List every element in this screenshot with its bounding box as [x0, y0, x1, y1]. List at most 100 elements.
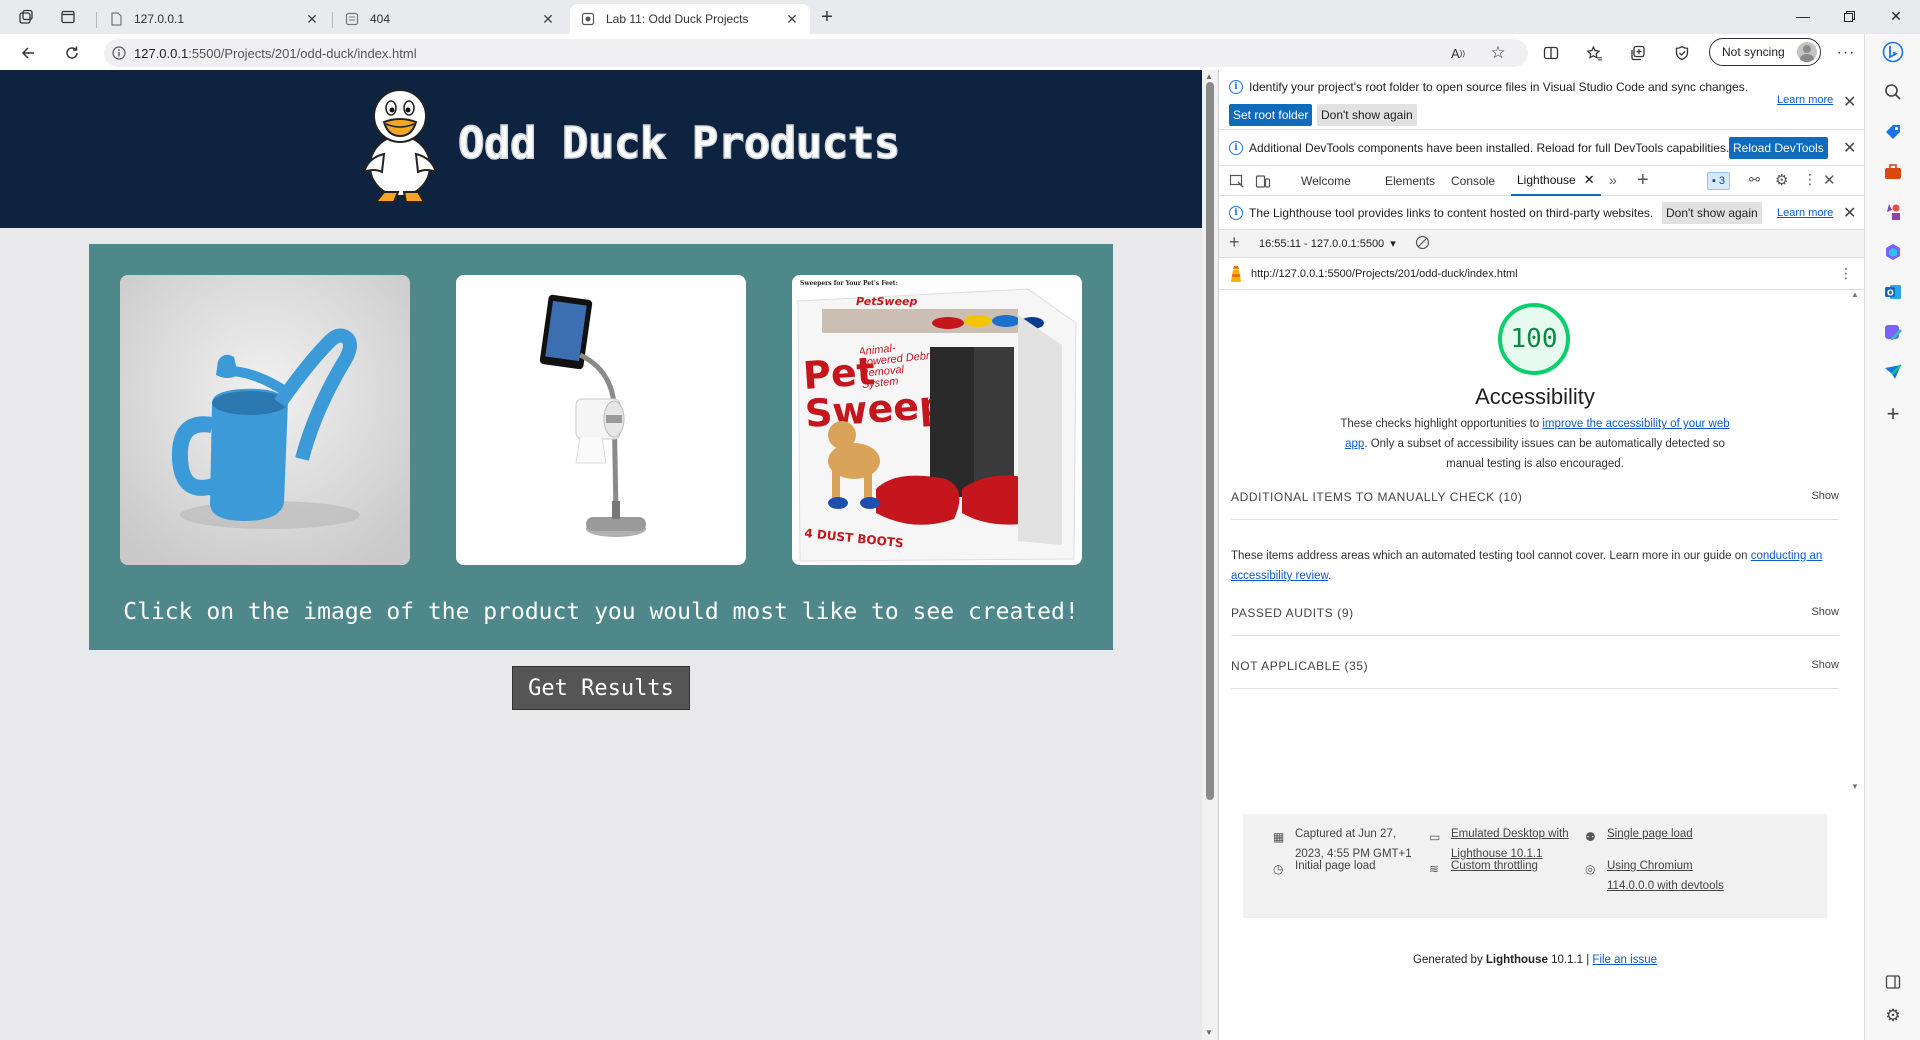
add-sidebar-app-icon[interactable]: + [1881, 401, 1905, 426]
tab-404[interactable]: 404 ✕ [334, 4, 566, 34]
settings-gear-icon[interactable]: ⚙ [1775, 171, 1788, 189]
scroll-up-icon[interactable]: ▲ [1205, 72, 1213, 81]
search-icon[interactable] [1881, 80, 1905, 104]
tab-strip: 127.0.0.1 ✕ 404 ✕ Lab 11: Odd Duck Proje… [0, 0, 1920, 34]
custom-throttling[interactable]: ≋ Custom throttling [1429, 856, 1538, 876]
info-icon: i [1229, 80, 1243, 94]
refresh-icon[interactable] [58, 40, 86, 66]
dont-show-again-button[interactable]: Don't show again [1662, 202, 1762, 224]
address-bar[interactable]: 127.0.0.1:5500/Projects/201/odd-duck/ind… [104, 39, 1528, 67]
microsoft-365-icon[interactable] [1881, 240, 1905, 264]
report-menu-icon[interactable]: ⋮ [1839, 265, 1853, 282]
show-toggle[interactable]: Show [1811, 490, 1839, 502]
group-passed-audits[interactable]: PASSED AUDITS (9) Show [1231, 590, 1839, 636]
split-screen-icon[interactable] [1537, 40, 1565, 66]
collections-icon[interactable] [1624, 40, 1652, 66]
close-window-icon[interactable]: ✕ [1876, 4, 1916, 28]
reload-devtools-button[interactable]: Reload DevTools [1729, 137, 1828, 159]
profile-sync-button[interactable]: Not syncing [1709, 38, 1821, 66]
page-scroll-thumb[interactable] [1206, 82, 1214, 800]
outlook-icon[interactable]: O [1881, 280, 1905, 304]
close-tab-icon[interactable]: ✕ [784, 11, 800, 27]
report-selector[interactable]: 16:55:11 - 127.0.0.1:5500 ▾ [1259, 237, 1396, 250]
emulated-line1: Emulated Desktop with [1451, 828, 1569, 840]
close-devtools-icon[interactable]: ✕ [1823, 171, 1836, 189]
new-report-icon[interactable]: + [1229, 232, 1240, 253]
more-menu-icon[interactable]: ··· [1832, 40, 1860, 66]
show-toggle[interactable]: Show [1811, 606, 1839, 618]
workspaces-icon[interactable] [14, 5, 38, 29]
vscode-sync-infobar: i Identify your project's root folder to… [1219, 70, 1865, 130]
sidebar-settings-icon[interactable]: ⚙ [1881, 1004, 1905, 1028]
product-image-watering-can[interactable] [120, 275, 410, 565]
report-scrollbar[interactable]: ▲ ▼ [1849, 290, 1863, 1040]
favorites-icon[interactable] [1580, 40, 1608, 66]
site-info-icon[interactable] [104, 46, 134, 60]
avatar [1797, 42, 1817, 62]
close-tab-icon[interactable]: ✕ [540, 11, 556, 27]
more-tabs-icon[interactable]: » [1609, 172, 1617, 188]
tab-welcome[interactable]: Welcome [1301, 166, 1351, 196]
copilot-icon[interactable] [1881, 40, 1905, 64]
tab-elements[interactable]: Elements [1385, 166, 1435, 196]
product-image-pet-sweep[interactable]: Sweepers for Your Pet's Feet: PetSweep P… [792, 275, 1082, 565]
tab-console[interactable]: Console [1451, 166, 1495, 196]
minimize-icon[interactable]: — [1783, 4, 1823, 28]
close-infobar-icon[interactable]: ✕ [1843, 138, 1856, 158]
new-tab-icon[interactable]: + [815, 5, 839, 29]
single-page-load[interactable]: ⚉ Single page load [1585, 824, 1693, 844]
using-chromium[interactable]: ◎ Using Chromium 114.0.0.0 with devtools [1585, 856, 1724, 896]
users-icon: ⚉ [1585, 830, 1596, 844]
scroll-up-icon[interactable]: ▲ [1851, 290, 1859, 299]
connected-devices-icon[interactable]: ⚯ [1749, 172, 1760, 188]
issues-badge[interactable]: ▪ 3 [1707, 172, 1731, 190]
close-tab-icon[interactable]: ✕ [1584, 172, 1595, 188]
group-manual-check[interactable]: ADDITIONAL ITEMS TO MANUALLY CHECK (10) … [1231, 474, 1839, 520]
customize-menu-icon[interactable]: ⋮ [1803, 171, 1817, 188]
favorite-star-icon[interactable]: ☆ [1484, 40, 1512, 66]
group-not-applicable[interactable]: NOT APPLICABLE (35) Show [1231, 643, 1839, 689]
tab-lighthouse[interactable]: Lighthouse ✕ [1511, 166, 1601, 196]
restore-icon[interactable] [1829, 4, 1869, 28]
issues-icon: ▪ [1712, 175, 1716, 187]
lighthouse-report: 100 Accessibility These checks highlight… [1219, 290, 1865, 1040]
get-results-button[interactable]: Get Results [512, 666, 690, 710]
show-toggle[interactable]: Show [1811, 659, 1839, 671]
group-title: PASSED AUDITS [1231, 606, 1334, 620]
group-count: (10) [1498, 490, 1523, 504]
clear-reports-icon[interactable] [1415, 235, 1430, 253]
product-image-tablet-stand[interactable] [456, 275, 746, 565]
tab-odd-duck[interactable]: Lab 11: Odd Duck Projects ✕ [570, 4, 810, 34]
tab-title: 127.0.0.1 [134, 12, 185, 26]
shopping-tag-icon[interactable] [1881, 120, 1905, 144]
svg-text:O: O [1887, 289, 1894, 298]
device-emulation-icon[interactable] [1255, 173, 1271, 192]
read-aloud-icon[interactable]: A)) [1444, 40, 1472, 66]
file-an-issue-link[interactable]: File an issue [1592, 954, 1657, 966]
set-root-folder-button[interactable]: Set root folder [1229, 104, 1313, 126]
back-icon[interactable] [14, 40, 42, 66]
learn-more-link[interactable]: Learn more [1777, 207, 1833, 219]
games-icon[interactable] [1881, 200, 1905, 224]
browser-essentials-icon[interactable] [1668, 40, 1696, 66]
learn-more-link[interactable]: Learn more [1777, 94, 1833, 106]
designer-icon[interactable] [1881, 320, 1905, 344]
tab-actions-icon[interactable] [56, 5, 80, 29]
manual-text-end: . [1328, 570, 1332, 582]
scroll-down-icon[interactable]: ▼ [1851, 782, 1859, 791]
hide-sidebar-icon[interactable] [1881, 970, 1905, 994]
close-tab-icon[interactable]: ✕ [304, 11, 320, 27]
dont-show-again-button[interactable]: Don't show again [1317, 104, 1417, 126]
inspect-element-icon[interactable] [1229, 173, 1245, 192]
report-selector-label: 16:55:11 - 127.0.0.1:5500 [1259, 238, 1385, 250]
tab-127[interactable]: 127.0.0.1 ✕ [98, 4, 330, 34]
tools-icon[interactable] [1881, 160, 1905, 184]
url-path: :5500/Projects/201/odd-duck/index.html [188, 45, 417, 61]
add-tab-icon[interactable]: + [1637, 169, 1649, 192]
run-metadata: ▦ Captured at Jun 27, 2023, 4:55 PM GMT+… [1243, 814, 1827, 918]
close-infobar-icon[interactable]: ✕ [1843, 203, 1856, 223]
scroll-down-icon[interactable]: ▼ [1205, 1028, 1213, 1037]
page-scrollbar[interactable]: ▲ ▼ [1202, 70, 1218, 1040]
drop-icon[interactable] [1881, 360, 1905, 384]
close-infobar-icon[interactable]: ✕ [1843, 92, 1856, 112]
